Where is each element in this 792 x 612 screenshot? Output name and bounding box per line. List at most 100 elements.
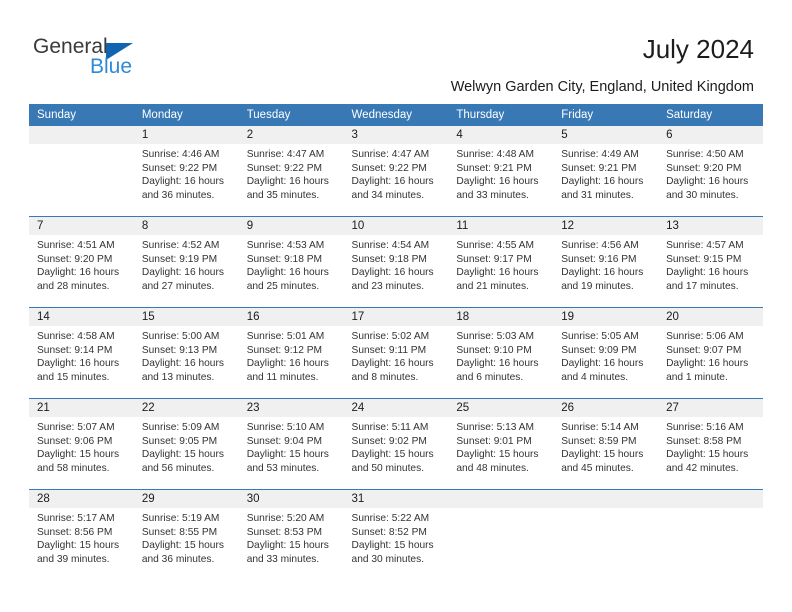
sunset-text: Sunset: 9:02 PM (351, 435, 427, 447)
calendar-day-cell[interactable]: 18 Sunrise: 5:03 AM Sunset: 9:10 PM Dayligh… (448, 307, 554, 399)
sunset-text: Sunset: 9:15 PM (666, 253, 742, 265)
day-number: 12 (553, 217, 659, 235)
weekday-header-friday: Friday (553, 104, 659, 126)
calendar-day-cell[interactable]: 5 Sunrise: 4:49 AM Sunset: 9:21 PM Daylight… (553, 126, 659, 217)
sunrise-text: Sunrise: 5:07 AM (37, 422, 115, 433)
daylight-text-line2: and 33 minutes. (246, 553, 320, 565)
page-subtitle-location: Welwyn Garden City, England, United King… (450, 79, 754, 95)
weekday-header-sunday: Sunday (29, 104, 134, 126)
calendar-day-cell[interactable]: 11 Sunrise: 4:55 AM Sunset: 9:17 PM Dayligh… (448, 216, 554, 308)
day-number: 7 (29, 217, 134, 235)
daylight-text-line1: Daylight: 15 hours (351, 540, 434, 552)
day-cell-content: 22 Sunrise: 5:09 AM Sunset: 9:05 PM Dayligh… (133, 399, 239, 489)
calendar-day-cell[interactable]: 4 Sunrise: 4:48 AM Sunset: 9:21 PM Daylight… (448, 126, 554, 217)
sunrise-text: Sunrise: 5:17 AM (37, 513, 115, 524)
calendar-day-cell[interactable]: 27 Sunrise: 5:16 AM Sunset: 8:58 PM Dayligh… (658, 398, 763, 490)
weekday-header-tuesday: Tuesday (238, 104, 344, 126)
day-number: 18 (448, 308, 554, 326)
sunrise-text: Sunrise: 5:19 AM (141, 513, 220, 524)
calendar-day-cell[interactable]: 14 Sunrise: 4:58 AM Sunset: 9:14 PM Dayligh… (29, 307, 134, 399)
sunrise-text: Sunrise: 4:49 AM (561, 149, 639, 160)
day-cell-content (29, 126, 134, 216)
weekday-header-monday: Monday (133, 104, 239, 126)
day-cell-content: 2 Sunrise: 4:47 AM Sunset: 9:22 PM Daylight… (238, 126, 344, 216)
sunset-text: Sunset: 8:52 PM (351, 526, 427, 538)
day-sun-info: Sunrise: 5:16 AM Sunset: 8:58 PM Daylight:… (658, 417, 763, 475)
day-cell-content: 15 Sunrise: 5:00 AM Sunset: 9:13 PM Dayligh… (133, 308, 239, 398)
calendar-day-cell[interactable]: 26 Sunrise: 5:14 AM Sunset: 8:59 PM Dayligh… (553, 398, 659, 490)
calendar-day-cell[interactable]: 7 Sunrise: 4:51 AM Sunset: 9:20 PM Daylight… (29, 216, 134, 308)
day-number: 23 (238, 399, 344, 417)
daylight-text-line2: and 50 minutes. (351, 462, 425, 474)
page-title: July 2024 (642, 34, 754, 64)
calendar-day-cell[interactable]: 9 Sunrise: 4:53 AM Sunset: 9:18 PM Daylight… (238, 216, 344, 308)
day-number (29, 126, 134, 144)
daylight-text-line1: Daylight: 15 hours (141, 449, 224, 461)
calendar-day-cell[interactable]: 13 Sunrise: 4:57 AM Sunset: 9:15 PM Dayligh… (658, 216, 763, 308)
daylight-text-line1: Daylight: 15 hours (37, 449, 120, 461)
day-number: 8 (133, 217, 239, 235)
daylight-text-line1: Daylight: 16 hours (246, 176, 329, 188)
calendar-day-cell[interactable]: 8 Sunrise: 4:52 AM Sunset: 9:19 PM Daylight… (133, 216, 239, 308)
day-number: 16 (238, 308, 344, 326)
day-sun-info: Sunrise: 5:05 AM Sunset: 9:09 PM Daylight:… (553, 326, 658, 384)
calendar-day-cell[interactable]: 19 Sunrise: 5:05 AM Sunset: 9:09 PM Dayligh… (553, 307, 659, 399)
calendar-day-cell[interactable]: 2 Sunrise: 4:47 AM Sunset: 9:22 PM Daylight… (238, 126, 344, 217)
calendar-day-cell[interactable]: 24 Sunrise: 5:11 AM Sunset: 9:02 PM Dayligh… (343, 398, 449, 490)
calendar-day-cell[interactable]: 12 Sunrise: 4:56 AM Sunset: 9:16 PM Dayligh… (553, 216, 659, 308)
day-sun-info: Sunrise: 5:03 AM Sunset: 9:10 PM Daylight:… (448, 326, 553, 384)
day-number: 5 (553, 126, 659, 144)
sunrise-text: Sunrise: 4:46 AM (141, 149, 220, 160)
calendar-day-cell[interactable]: 17 Sunrise: 5:02 AM Sunset: 9:11 PM Dayligh… (343, 307, 449, 399)
day-cell-content: 1 Sunrise: 4:46 AM Sunset: 9:22 PM Daylight… (133, 126, 239, 216)
day-cell-content: 21 Sunrise: 5:07 AM Sunset: 9:06 PM Dayligh… (29, 399, 134, 489)
calendar-day-cell[interactable]: 30 Sunrise: 5:20 AM Sunset: 8:53 PM Dayligh… (238, 489, 344, 580)
calendar-day-cell[interactable]: 20 Sunrise: 5:06 AM Sunset: 9:07 PM Dayligh… (658, 307, 763, 399)
day-sun-info: Sunrise: 4:47 AM Sunset: 9:22 PM Daylight:… (344, 144, 449, 202)
weekday-header-row: Sunday Monday Tuesday Wednesday Thursday… (29, 104, 763, 126)
calendar-week-row: 28 Sunrise: 5:17 AM Sunset: 8:56 PM Dayligh… (29, 489, 763, 580)
calendar-day-cell[interactable]: 23 Sunrise: 5:10 AM Sunset: 9:04 PM Dayligh… (238, 398, 344, 490)
day-sun-info: Sunrise: 5:13 AM Sunset: 9:01 PM Daylight:… (448, 417, 553, 475)
day-sun-info: Sunrise: 4:50 AM Sunset: 9:20 PM Daylight:… (658, 144, 763, 202)
calendar-body: 1 Sunrise: 4:46 AM Sunset: 9:22 PM Daylight… (29, 126, 763, 580)
sunrise-text: Sunrise: 5:02 AM (351, 331, 430, 342)
day-number: 26 (553, 399, 659, 417)
day-sun-info: Sunrise: 4:47 AM Sunset: 9:22 PM Daylight:… (239, 144, 344, 202)
sunset-text: Sunset: 8:58 PM (666, 435, 742, 447)
calendar-day-cell (553, 489, 659, 580)
calendar-day-cell[interactable]: 25 Sunrise: 5:13 AM Sunset: 9:01 PM Dayligh… (448, 398, 554, 490)
day-number: 20 (658, 308, 763, 326)
sunset-text: Sunset: 8:53 PM (246, 526, 323, 538)
sunset-text: Sunset: 9:20 PM (666, 162, 742, 174)
calendar-day-cell[interactable]: 10 Sunrise: 4:54 AM Sunset: 9:18 PM Dayligh… (343, 216, 449, 308)
calendar-day-cell[interactable]: 15 Sunrise: 5:00 AM Sunset: 9:13 PM Dayligh… (133, 307, 239, 399)
day-cell-content: 29 Sunrise: 5:19 AM Sunset: 8:55 PM Dayligh… (133, 490, 239, 580)
day-cell-content: 25 Sunrise: 5:13 AM Sunset: 9:01 PM Dayligh… (448, 399, 554, 489)
daylight-text-line2: and 58 minutes. (37, 462, 110, 474)
calendar-day-cell[interactable]: 22 Sunrise: 5:09 AM Sunset: 9:05 PM Dayligh… (133, 398, 239, 490)
sunrise-text: Sunrise: 5:06 AM (666, 331, 744, 342)
calendar-day-cell[interactable]: 3 Sunrise: 4:47 AM Sunset: 9:22 PM Daylight… (343, 126, 449, 217)
day-number (553, 490, 659, 508)
daylight-text-line1: Daylight: 16 hours (561, 358, 644, 370)
daylight-text-line1: Daylight: 15 hours (37, 540, 120, 552)
day-number: 19 (553, 308, 659, 326)
sunrise-text: Sunrise: 5:05 AM (561, 331, 639, 342)
day-number: 2 (238, 126, 344, 144)
calendar-day-cell[interactable]: 21 Sunrise: 5:07 AM Sunset: 9:06 PM Dayligh… (29, 398, 134, 490)
calendar-day-cell (658, 489, 763, 580)
calendar-day-cell[interactable]: 29 Sunrise: 5:19 AM Sunset: 8:55 PM Dayligh… (133, 489, 239, 580)
day-number: 15 (133, 308, 239, 326)
calendar-day-cell[interactable]: 16 Sunrise: 5:01 AM Sunset: 9:12 PM Dayligh… (238, 307, 344, 399)
calendar-day-cell[interactable]: 6 Sunrise: 4:50 AM Sunset: 9:20 PM Daylight… (658, 126, 763, 217)
day-sun-info: Sunrise: 4:51 AM Sunset: 9:20 PM Daylight:… (29, 235, 134, 293)
day-cell-content: 4 Sunrise: 4:48 AM Sunset: 9:21 PM Daylight… (448, 126, 554, 216)
daylight-text-line1: Daylight: 16 hours (351, 358, 434, 370)
day-number: 3 (343, 126, 449, 144)
calendar-day-cell[interactable]: 31 Sunrise: 5:22 AM Sunset: 8:52 PM Dayligh… (343, 489, 449, 580)
day-cell-content: 13 Sunrise: 4:57 AM Sunset: 9:15 PM Dayligh… (658, 217, 763, 307)
calendar-day-cell[interactable]: 1 Sunrise: 4:46 AM Sunset: 9:22 PM Daylight… (133, 126, 239, 217)
day-cell-content: 19 Sunrise: 5:05 AM Sunset: 9:09 PM Dayligh… (553, 308, 659, 398)
calendar-day-cell[interactable]: 28 Sunrise: 5:17 AM Sunset: 8:56 PM Dayligh… (29, 489, 134, 580)
